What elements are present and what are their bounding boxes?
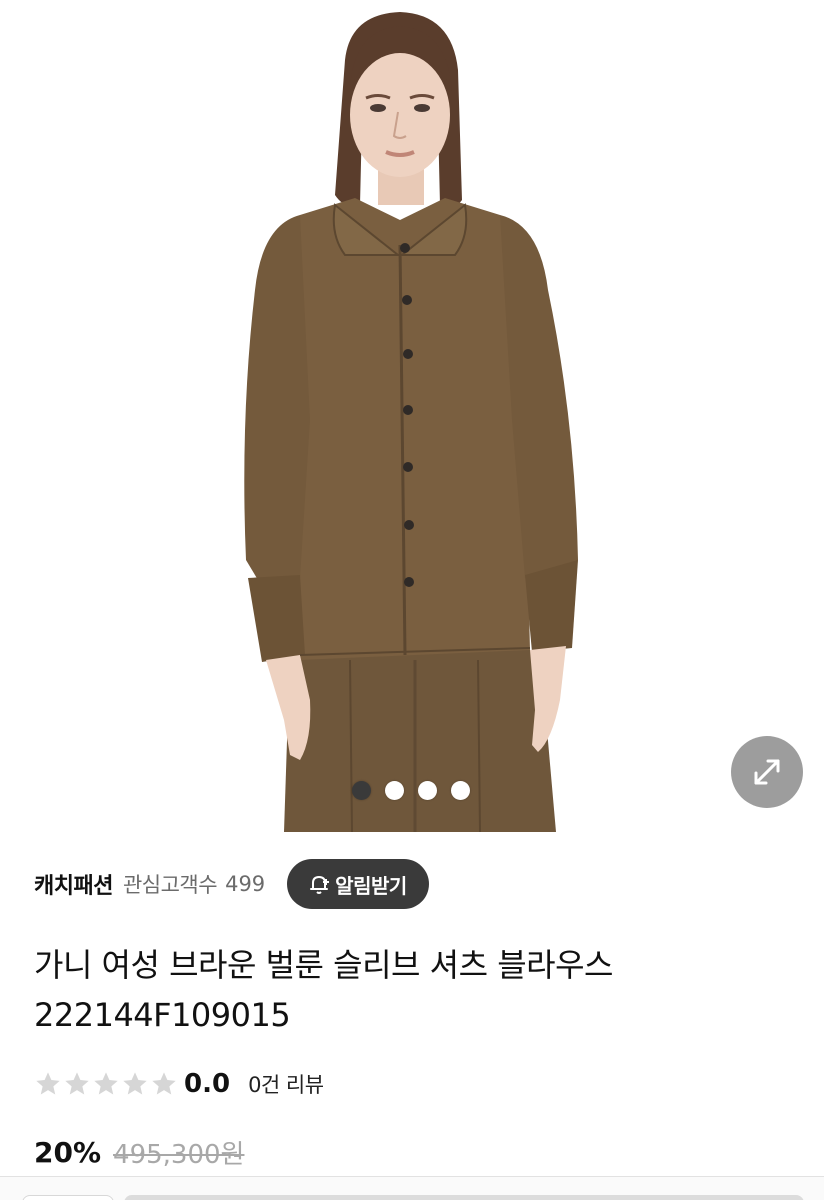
- seller-name[interactable]: 캐치패션: [34, 868, 113, 900]
- bottom-action-bar: [0, 1176, 824, 1200]
- wishlist-button[interactable]: [22, 1195, 114, 1200]
- gallery-dot-4[interactable]: [451, 781, 470, 800]
- product-title: 가니 여성 브라운 벌룬 슬리브 셔츠 블라우스 222144F109015: [34, 946, 613, 1034]
- rating-score: 0.0: [184, 1069, 231, 1099]
- rating-summary[interactable]: 0.0 0건 리뷰: [34, 1064, 324, 1104]
- follower-count: 499: [225, 872, 266, 896]
- alert-button-label: 알림받기: [335, 873, 407, 898]
- discount-rate: 20%: [34, 1135, 102, 1169]
- follower-label: 관심고객수: [122, 873, 218, 897]
- gallery-pagination[interactable]: [352, 781, 470, 800]
- seller-info: 캐치패션 관심고객수 499 알림받기: [34, 858, 429, 910]
- alert-subscribe-button[interactable]: 알림받기: [287, 859, 429, 909]
- star-rating: [34, 1070, 178, 1098]
- star-empty-icon: [152, 1072, 176, 1095]
- gallery-dot-2[interactable]: [385, 781, 404, 800]
- star-empty-icon: [94, 1072, 118, 1095]
- price-info: 20% 495,300원: [34, 1132, 244, 1172]
- original-price: 495,300원: [113, 1139, 245, 1170]
- star-empty-icon: [36, 1072, 60, 1095]
- product-photo: [244, 12, 578, 832]
- star-empty-icon: [123, 1072, 147, 1095]
- image-zoom-button[interactable]: [731, 736, 803, 808]
- bell-plus-icon: [310, 876, 330, 894]
- product-page: 캐치패션 관심고객수 499 알림받기 가니 여성 브라운 벌룬 슬리브 셔츠 …: [0, 0, 824, 1200]
- gallery-dot-1[interactable]: [352, 781, 371, 800]
- review-count-link[interactable]: 0건 리뷰: [248, 1069, 324, 1099]
- purchase-button[interactable]: [124, 1195, 804, 1200]
- gallery-dot-3[interactable]: [418, 781, 437, 800]
- expand-arrows-icon: [754, 759, 780, 785]
- product-image-gallery[interactable]: [0, 0, 824, 832]
- star-empty-icon: [65, 1072, 89, 1095]
